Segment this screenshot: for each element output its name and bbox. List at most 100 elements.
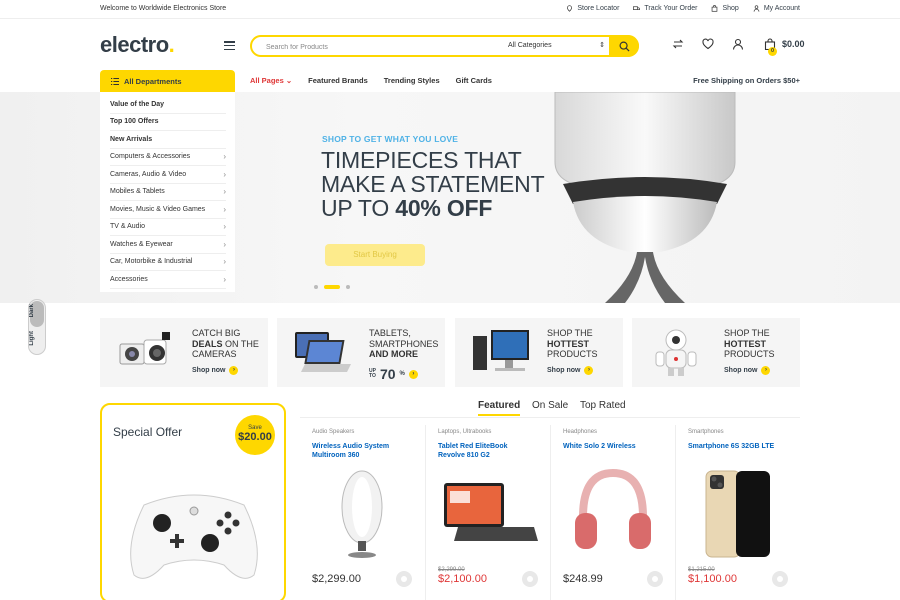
- slider-dot-active[interactable]: [324, 285, 340, 289]
- shop-link[interactable]: Shop: [711, 5, 739, 12]
- chevron-right-icon: ›: [223, 222, 226, 232]
- map-pin-icon: [567, 5, 573, 12]
- arrow-right-icon[interactable]: ›: [408, 369, 418, 379]
- product-name[interactable]: Tablet Red EliteBook Revolve 810 G2: [438, 442, 533, 460]
- logo-text: electro: [100, 32, 169, 57]
- department-item[interactable]: TV & Audio ›: [110, 219, 226, 236]
- promo-hottest-1[interactable]: SHOP THE HOTTEST PRODUCTS Shop now ›: [455, 318, 623, 387]
- list-icon: [111, 77, 119, 85]
- welcome-text: Welcome to Worldwide Electronics Store: [100, 5, 227, 12]
- category-select[interactable]: All Categories ⇕: [508, 42, 605, 49]
- department-item[interactable]: New Arrivals: [110, 131, 226, 149]
- promo-line: HOTTEST: [547, 339, 598, 350]
- compare-icon[interactable]: [672, 38, 684, 50]
- speaker-product-image: [341, 470, 383, 558]
- department-item-label: Value of the Day: [110, 100, 165, 108]
- promo-percent: 70: [379, 366, 396, 382]
- slider-dot[interactable]: [346, 285, 350, 289]
- promo-text: SHOP THE HOTTEST PRODUCTS: [724, 328, 775, 360]
- theme-toggle[interactable]: Dark Light: [28, 299, 46, 355]
- product-price: $1,100.00: [688, 573, 737, 585]
- special-offer-card[interactable]: Special Offer Save $20.00: [100, 403, 286, 600]
- add-to-cart-button[interactable]: [396, 571, 412, 587]
- promo-to: TO: [369, 373, 376, 379]
- search-input[interactable]: [266, 40, 486, 54]
- save-badge: Save $20.00: [235, 415, 275, 455]
- category-select-value: All Categories: [508, 42, 552, 49]
- all-departments-button[interactable]: All Departments: [100, 70, 235, 92]
- search-bar: All Categories ⇕: [250, 35, 639, 57]
- nav-gift-cards[interactable]: Gift Cards: [456, 76, 492, 85]
- cart-count-badge: 0: [768, 47, 777, 56]
- chevron-right-icon: ›: [223, 152, 226, 162]
- department-item[interactable]: Movies, Music & Video Games ›: [110, 201, 226, 219]
- tab-on-sale[interactable]: On Sale: [532, 400, 568, 411]
- add-to-cart-button[interactable]: [647, 571, 663, 587]
- shop-now-link[interactable]: Shop now ›: [192, 366, 239, 375]
- cart-button[interactable]: 0 $0.00: [764, 38, 805, 56]
- nav-trending-styles[interactable]: Trending Styles: [384, 76, 440, 85]
- department-item[interactable]: Top 100 Offers: [110, 114, 226, 131]
- nav-featured-brands[interactable]: Featured Brands: [308, 76, 368, 85]
- promo-cameras[interactable]: CATCH BIG DEALS ON THE CAMERAS Shop now ›: [100, 318, 268, 387]
- arrow-right-icon: ›: [761, 366, 771, 375]
- department-item[interactable]: Computers & Accessories ›: [110, 149, 226, 166]
- promo-line: DEALS ON THE: [192, 339, 259, 350]
- truck-icon: [633, 6, 641, 10]
- hero-line-1: TIMEPIECES THAT: [321, 147, 522, 173]
- hero-line-3-prefix: UP TO: [321, 195, 396, 221]
- product-name[interactable]: Wireless Audio System Multiroom 360: [312, 442, 407, 460]
- hero-line-3: UP TO 40% OFF: [321, 196, 551, 220]
- shop-now-link[interactable]: Shop now ›: [724, 366, 771, 375]
- department-item[interactable]: Mobiles & Tablets ›: [110, 184, 226, 201]
- department-item[interactable]: Cameras, Audio & Video ›: [110, 166, 226, 184]
- hamburger-menu-icon[interactable]: [224, 41, 235, 51]
- track-order-link[interactable]: Track Your Order: [633, 5, 697, 12]
- tab-featured[interactable]: Featured: [478, 400, 521, 416]
- promo-hottest-2[interactable]: SHOP THE HOTTEST PRODUCTS Shop now ›: [632, 318, 800, 387]
- add-to-cart-button[interactable]: [772, 571, 788, 587]
- light-label: Light: [29, 331, 35, 346]
- start-buying-button[interactable]: Start Buying: [325, 244, 425, 266]
- heart-icon[interactable]: [702, 38, 714, 50]
- tab-top-rated[interactable]: Top Rated: [580, 400, 626, 411]
- department-item[interactable]: Value of the Day: [110, 96, 226, 114]
- promo-line: CAMERAS: [192, 349, 237, 359]
- department-item[interactable]: Watches & Eyewear ›: [110, 236, 226, 254]
- track-order-label: Track Your Order: [644, 5, 698, 12]
- product-card[interactable]: Audio Speakers Wireless Audio System Mul…: [300, 425, 425, 600]
- smartphone-image: [705, 470, 770, 558]
- product-name[interactable]: Smartphone 6S 32GB LTE: [688, 442, 783, 451]
- site-logo[interactable]: electro.: [100, 32, 175, 58]
- department-item[interactable]: Car, Motorbike & Industrial ›: [110, 254, 226, 271]
- promo-tablets[interactable]: TABLETS, SMARTPHONES AND MORE UP TO 70% ›: [277, 318, 445, 387]
- nav-all-pages[interactable]: All Pages ⌄: [250, 76, 292, 85]
- chevron-right-icon: ›: [223, 257, 226, 267]
- chevron-right-icon: ›: [223, 204, 226, 214]
- product-card[interactable]: Headphones White Solo 2 Wireless $248.99: [550, 425, 675, 600]
- store-locator-link[interactable]: Store Locator: [566, 5, 619, 12]
- hero-heading: TIMEPIECES THAT MAKE A STATEMENT UP TO 4…: [321, 148, 551, 220]
- promo-text: CATCH BIG DEALS ON THE CAMERAS: [192, 328, 259, 360]
- add-to-cart-button[interactable]: [522, 571, 538, 587]
- arrow-right-icon: ›: [584, 366, 594, 375]
- game-controller-image: [130, 494, 258, 579]
- chevron-right-icon: ›: [223, 187, 226, 197]
- department-item[interactable]: Accessories ›: [110, 271, 226, 289]
- shop-now-link[interactable]: Shop now ›: [547, 366, 594, 375]
- all-departments-label: All Departments: [124, 76, 182, 86]
- my-account-link[interactable]: My Account: [753, 5, 800, 12]
- promo-line: HOTTEST: [724, 339, 775, 350]
- account-icon[interactable]: [732, 38, 744, 50]
- product-category: Laptops, Ultrabooks: [438, 429, 492, 435]
- save-amount: $20.00: [238, 431, 272, 443]
- department-item-label: Top 100 Offers: [110, 118, 159, 126]
- product-category: Audio Speakers: [312, 429, 355, 435]
- slider-dot[interactable]: [314, 285, 318, 289]
- search-button[interactable]: [609, 35, 639, 57]
- select-arrows-icon: ⇕: [599, 42, 605, 49]
- product-name[interactable]: White Solo 2 Wireless: [563, 442, 658, 451]
- product-card[interactable]: Laptops, Ultrabooks Tablet Red EliteBook…: [425, 425, 550, 600]
- product-card[interactable]: Smartphones Smartphone 6S 32GB LTE $1,21…: [675, 425, 800, 600]
- promo-line: TABLETS,: [369, 328, 411, 338]
